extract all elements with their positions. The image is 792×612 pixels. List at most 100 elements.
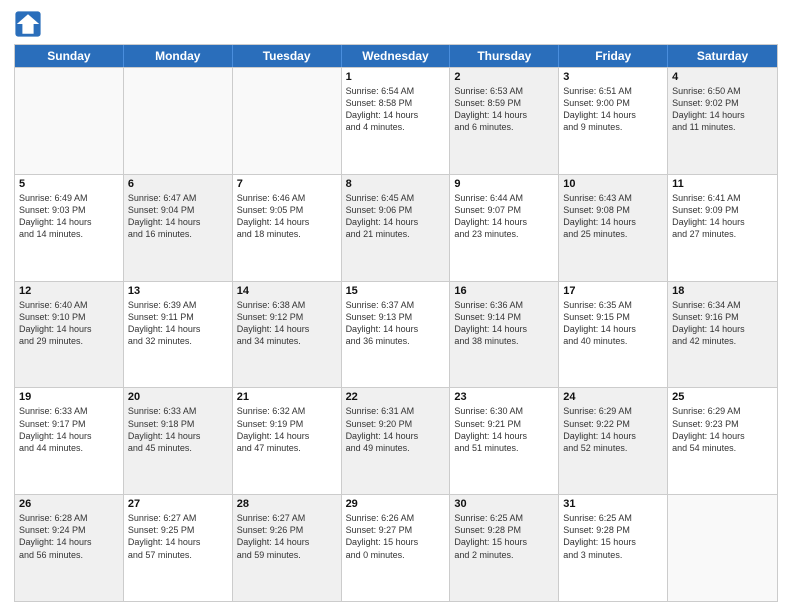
- calendar-cell: 2 Sunrise: 6:53 AMSunset: 8:59 PMDaylight…: [450, 68, 559, 174]
- cell-info: Sunrise: 6:36 AMSunset: 9:14 PMDaylight:…: [454, 299, 554, 348]
- cell-info: Sunrise: 6:33 AMSunset: 9:17 PMDaylight:…: [19, 405, 119, 454]
- cell-info: Sunrise: 6:44 AMSunset: 9:07 PMDaylight:…: [454, 192, 554, 241]
- calendar-cell: 29 Sunrise: 6:26 AMSunset: 9:27 PMDayligh…: [342, 495, 451, 601]
- weekday-header: Thursday: [450, 45, 559, 67]
- cell-info: Sunrise: 6:31 AMSunset: 9:20 PMDaylight:…: [346, 405, 446, 454]
- calendar-cell: 22 Sunrise: 6:31 AMSunset: 9:20 PMDayligh…: [342, 388, 451, 494]
- cell-info: Sunrise: 6:47 AMSunset: 9:04 PMDaylight:…: [128, 192, 228, 241]
- day-number: 12: [19, 285, 119, 297]
- calendar-cell: 20Sunrise: 6:33 AMSunset: 9:18 PMDayligh…: [124, 388, 233, 494]
- calendar-cell: 9 Sunrise: 6:44 AMSunset: 9:07 PMDaylight…: [450, 175, 559, 281]
- weekday-header: Saturday: [668, 45, 777, 67]
- cell-info: Sunrise: 6:53 AMSunset: 8:59 PMDaylight:…: [454, 85, 554, 134]
- day-number: 29: [346, 498, 446, 510]
- calendar-cell: 16 Sunrise: 6:36 AMSunset: 9:14 PMDayligh…: [450, 282, 559, 388]
- calendar-cell: 3Sunrise: 6:51 AMSunset: 9:00 PMDaylight…: [559, 68, 668, 174]
- day-number: 9: [454, 178, 554, 190]
- day-number: 23: [454, 391, 554, 403]
- cell-info: Sunrise: 6:34 AMSunset: 9:16 PMDaylight:…: [672, 299, 773, 348]
- day-number: 19: [19, 391, 119, 403]
- day-number: 10: [563, 178, 663, 190]
- calendar-cell: 23 Sunrise: 6:30 AMSunset: 9:21 PMDayligh…: [450, 388, 559, 494]
- weekday-header: Friday: [559, 45, 668, 67]
- calendar-cell: [15, 68, 124, 174]
- calendar-row: 19 Sunrise: 6:33 AMSunset: 9:17 PMDayligh…: [15, 387, 777, 494]
- cell-info: Sunrise: 6:41 AMSunset: 9:09 PMDaylight:…: [672, 192, 773, 241]
- day-number: 16: [454, 285, 554, 297]
- cell-info: Sunrise: 6:50 AMSunset: 9:02 PMDaylight:…: [672, 85, 773, 134]
- day-number: 7: [237, 178, 337, 190]
- calendar-cell: 12 Sunrise: 6:40 AMSunset: 9:10 PMDayligh…: [15, 282, 124, 388]
- day-number: 5: [19, 178, 119, 190]
- day-number: 21: [237, 391, 337, 403]
- calendar-cell: 11 Sunrise: 6:41 AMSunset: 9:09 PMDayligh…: [668, 175, 777, 281]
- calendar-cell: 26Sunrise: 6:28 AMSunset: 9:24 PMDayligh…: [15, 495, 124, 601]
- cell-info: Sunrise: 6:30 AMSunset: 9:21 PMDaylight:…: [454, 405, 554, 454]
- cell-info: Sunrise: 6:25 AMSunset: 9:28 PMDaylight:…: [563, 512, 663, 561]
- page: SundayMondayTuesdayWednesdayThursdayFrid…: [0, 0, 792, 612]
- day-number: 20: [128, 391, 228, 403]
- day-number: 27: [128, 498, 228, 510]
- calendar-row: 26Sunrise: 6:28 AMSunset: 9:24 PMDayligh…: [15, 494, 777, 601]
- day-number: 18: [672, 285, 773, 297]
- cell-info: Sunrise: 6:38 AMSunset: 9:12 PMDaylight:…: [237, 299, 337, 348]
- day-number: 15: [346, 285, 446, 297]
- calendar-cell: 5 Sunrise: 6:49 AMSunset: 9:03 PMDaylight…: [15, 175, 124, 281]
- cell-info: Sunrise: 6:26 AMSunset: 9:27 PMDaylight:…: [346, 512, 446, 561]
- calendar-cell: 25 Sunrise: 6:29 AMSunset: 9:23 PMDayligh…: [668, 388, 777, 494]
- calendar-cell: 27 Sunrise: 6:27 AMSunset: 9:25 PMDayligh…: [124, 495, 233, 601]
- calendar-cell: [233, 68, 342, 174]
- day-number: 22: [346, 391, 446, 403]
- cell-info: Sunrise: 6:27 AMSunset: 9:26 PMDaylight:…: [237, 512, 337, 561]
- weekday-header: Sunday: [15, 45, 124, 67]
- day-number: 28: [237, 498, 337, 510]
- calendar-cell: 30 Sunrise: 6:25 AMSunset: 9:28 PMDayligh…: [450, 495, 559, 601]
- weekday-header: Tuesday: [233, 45, 342, 67]
- day-number: 30: [454, 498, 554, 510]
- cell-info: Sunrise: 6:29 AMSunset: 9:22 PMDaylight:…: [563, 405, 663, 454]
- day-number: 13: [128, 285, 228, 297]
- cell-info: Sunrise: 6:45 AMSunset: 9:06 PMDaylight:…: [346, 192, 446, 241]
- cell-info: Sunrise: 6:49 AMSunset: 9:03 PMDaylight:…: [19, 192, 119, 241]
- day-number: 1: [346, 71, 446, 83]
- logo-icon: [14, 10, 42, 38]
- cell-info: Sunrise: 6:39 AMSunset: 9:11 PMDaylight:…: [128, 299, 228, 348]
- calendar-cell: 13 Sunrise: 6:39 AMSunset: 9:11 PMDayligh…: [124, 282, 233, 388]
- day-number: 11: [672, 178, 773, 190]
- calendar-cell: [124, 68, 233, 174]
- weekday-header: Monday: [124, 45, 233, 67]
- day-number: 25: [672, 391, 773, 403]
- day-number: 14: [237, 285, 337, 297]
- calendar-cell: 28 Sunrise: 6:27 AMSunset: 9:26 PMDayligh…: [233, 495, 342, 601]
- weekday-header: Wednesday: [342, 45, 451, 67]
- calendar-cell: 8 Sunrise: 6:45 AMSunset: 9:06 PMDaylight…: [342, 175, 451, 281]
- day-number: 6: [128, 178, 228, 190]
- calendar-cell: 17Sunrise: 6:35 AMSunset: 9:15 PMDayligh…: [559, 282, 668, 388]
- cell-info: Sunrise: 6:51 AMSunset: 9:00 PMDaylight:…: [563, 85, 663, 134]
- calendar-header: SundayMondayTuesdayWednesdayThursdayFrid…: [15, 45, 777, 67]
- calendar-cell: 15Sunrise: 6:37 AMSunset: 9:13 PMDayligh…: [342, 282, 451, 388]
- calendar-row: 1Sunrise: 6:54 AMSunset: 8:58 PMDaylight…: [15, 67, 777, 174]
- day-number: 8: [346, 178, 446, 190]
- header: [14, 10, 778, 38]
- calendar-cell: 14 Sunrise: 6:38 AMSunset: 9:12 PMDayligh…: [233, 282, 342, 388]
- cell-info: Sunrise: 6:46 AMSunset: 9:05 PMDaylight:…: [237, 192, 337, 241]
- calendar-cell: 18 Sunrise: 6:34 AMSunset: 9:16 PMDayligh…: [668, 282, 777, 388]
- day-number: 4: [672, 71, 773, 83]
- calendar-cell: 6 Sunrise: 6:47 AMSunset: 9:04 PMDaylight…: [124, 175, 233, 281]
- cell-info: Sunrise: 6:25 AMSunset: 9:28 PMDaylight:…: [454, 512, 554, 561]
- calendar-cell: 31 Sunrise: 6:25 AMSunset: 9:28 PMDayligh…: [559, 495, 668, 601]
- cell-info: Sunrise: 6:27 AMSunset: 9:25 PMDaylight:…: [128, 512, 228, 561]
- calendar-cell: 7 Sunrise: 6:46 AMSunset: 9:05 PMDaylight…: [233, 175, 342, 281]
- day-number: 31: [563, 498, 663, 510]
- cell-info: Sunrise: 6:35 AMSunset: 9:15 PMDaylight:…: [563, 299, 663, 348]
- cell-info: Sunrise: 6:29 AMSunset: 9:23 PMDaylight:…: [672, 405, 773, 454]
- cell-info: Sunrise: 6:40 AMSunset: 9:10 PMDaylight:…: [19, 299, 119, 348]
- day-number: 26: [19, 498, 119, 510]
- calendar-cell: [668, 495, 777, 601]
- logo: [14, 10, 44, 38]
- cell-info: Sunrise: 6:32 AMSunset: 9:19 PMDaylight:…: [237, 405, 337, 454]
- day-number: 2: [454, 71, 554, 83]
- calendar-cell: 21 Sunrise: 6:32 AMSunset: 9:19 PMDayligh…: [233, 388, 342, 494]
- calendar-body: 1Sunrise: 6:54 AMSunset: 8:58 PMDaylight…: [15, 67, 777, 601]
